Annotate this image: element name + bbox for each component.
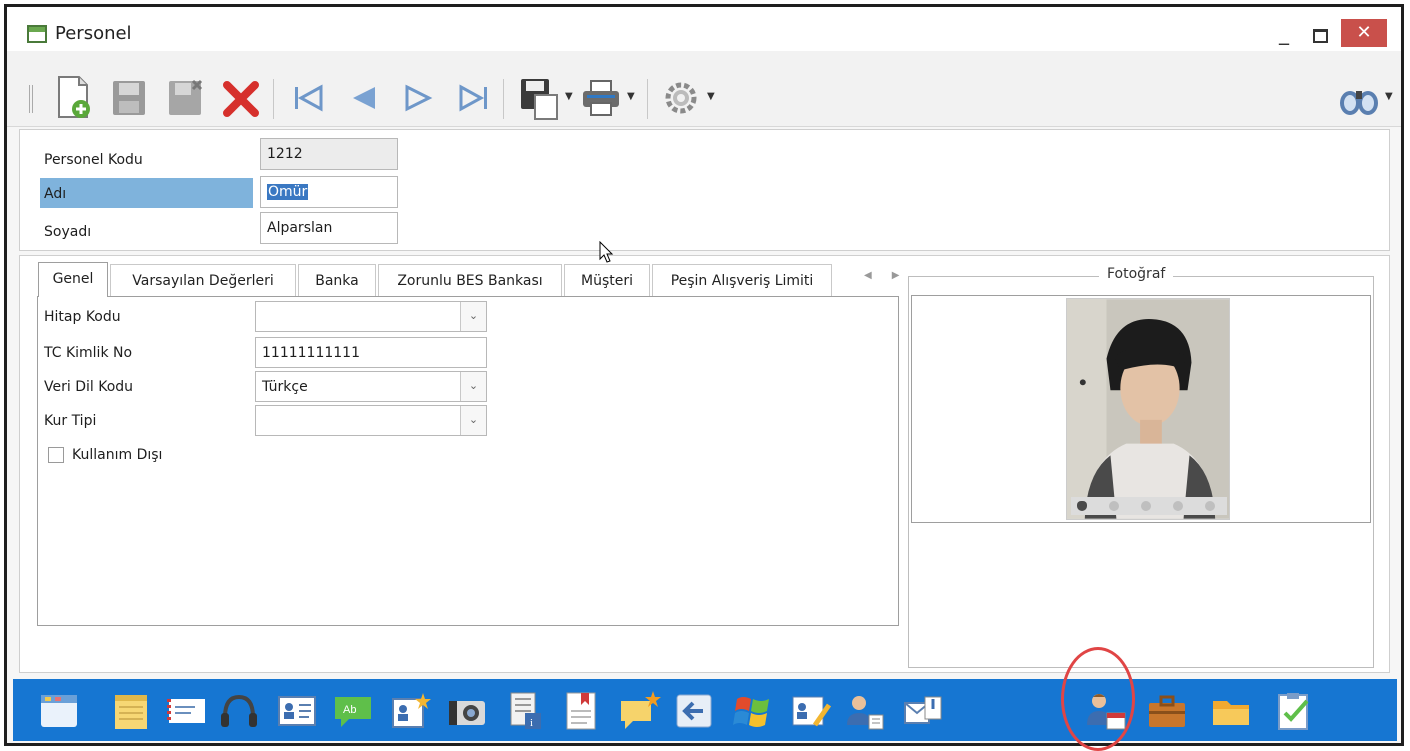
tab-musteri[interactable]: Müşteri <box>564 264 650 296</box>
previous-record-icon[interactable] <box>341 73 385 121</box>
document-info-icon[interactable]: i <box>503 689 547 733</box>
app-window-icon <box>27 25 47 43</box>
user-list-icon[interactable] <box>843 689 887 733</box>
photo-navigator <box>1071 497 1227 515</box>
tab-varsayilan-degerleri[interactable]: Varsayılan Değerleri <box>110 264 296 296</box>
maximize-button[interactable] <box>1303 23 1333 45</box>
chevron-down-icon[interactable]: ⌄ <box>460 406 486 435</box>
new-record-icon[interactable] <box>51 73 95 121</box>
new-contact-icon[interactable] <box>389 689 433 733</box>
chat-bubble-icon[interactable]: Ab <box>331 689 375 733</box>
veri-dil-kodu-select[interactable]: Türkçe ⌄ <box>255 371 487 402</box>
minimize-button[interactable]: _ <box>1269 23 1299 45</box>
bookmark-document-icon[interactable] <box>559 689 603 733</box>
camera-icon[interactable] <box>445 689 489 733</box>
mail-icon[interactable] <box>165 689 209 733</box>
soyadi-label: Soyadı <box>44 224 92 240</box>
chevron-down-icon[interactable]: ⌄ <box>460 302 486 331</box>
personel-window: Personel _ ✕ ▼ ▼ ▼ ▼ Personel Kodu 1212 … <box>4 4 1404 751</box>
photo-nav-dot[interactable] <box>1109 501 1119 511</box>
adi-label: Adı <box>40 178 253 208</box>
delete-icon[interactable] <box>219 73 263 121</box>
print-dropdown-arrow[interactable]: ▼ <box>627 91 637 102</box>
soyadi-field[interactable]: Alparslan <box>260 212 398 244</box>
tab-strip: Genel Varsayılan Değerleri Banka Zorunlu… <box>32 262 912 297</box>
tab-genel[interactable]: Genel <box>38 262 108 297</box>
new-message-icon[interactable] <box>617 689 661 733</box>
tc-kimlik-label: TC Kimlik No <box>44 345 133 361</box>
briefcase-icon[interactable] <box>1145 689 1189 733</box>
veri-dil-kodu-value: Türkçe <box>262 379 308 395</box>
last-record-icon[interactable] <box>453 73 497 121</box>
hitap-kodu-label: Hitap Kodu <box>44 309 121 325</box>
photo-nav-dot[interactable] <box>1173 501 1183 511</box>
personel-header-panel: Personel Kodu 1212 Adı Ömür Soyadı Alpar… <box>19 129 1390 251</box>
photo-nav-dot[interactable] <box>1205 501 1215 511</box>
veri-dil-kodu-label: Veri Dil Kodu <box>44 379 134 395</box>
toolbar-separator <box>273 79 274 119</box>
photo-nav-dot[interactable] <box>1077 501 1087 511</box>
adi-field[interactable]: Ömür <box>260 176 398 208</box>
next-record-icon[interactable] <box>397 73 441 121</box>
windows-logo-icon[interactable] <box>731 689 775 733</box>
tc-kimlik-field[interactable]: 11111111111 <box>255 337 487 368</box>
settings-gear-icon[interactable] <box>659 73 703 121</box>
first-record-icon[interactable] <box>285 73 329 121</box>
window-title: Personel <box>55 23 132 44</box>
export-icon[interactable] <box>517 73 561 121</box>
title-bar: Personel _ ✕ <box>7 7 1401 51</box>
print-icon[interactable] <box>579 73 623 121</box>
search-dropdown-arrow[interactable]: ▼ <box>1385 91 1395 102</box>
adi-value-selected: Ömür <box>267 184 309 200</box>
hitap-kodu-select[interactable]: ⌄ <box>255 301 487 332</box>
kullanim-disi-label: Kullanım Dışı <box>72 447 163 463</box>
save-and-close-icon[interactable] <box>163 73 207 121</box>
mailbox-icon[interactable] <box>901 689 945 733</box>
photo-caption: Fotoğraf <box>1099 266 1174 282</box>
toolbar-separator <box>647 79 648 119</box>
chevron-down-icon[interactable]: ⌄ <box>460 372 486 401</box>
export-dropdown-arrow[interactable]: ▼ <box>565 91 575 102</box>
mouse-cursor-icon <box>599 241 614 263</box>
tab-zorunlu-bes-bankasi[interactable]: Zorunlu BES Bankası <box>378 264 562 296</box>
svg-text:Ab: Ab <box>343 704 356 716</box>
settings-dropdown-arrow[interactable]: ▼ <box>707 91 717 102</box>
bottom-icon-bar: Ab i <box>13 679 1397 741</box>
save-icon[interactable] <box>107 73 151 121</box>
personel-kodu-field[interactable]: 1212 <box>260 138 398 170</box>
kur-tipi-select[interactable]: ⌄ <box>255 405 487 436</box>
clipboard-check-icon[interactable] <box>1271 689 1315 733</box>
genel-tab-page: Hitap Kodu ⌄ TC Kimlik No 11111111111 Ve… <box>37 296 899 626</box>
photo-group: Fotoğraf <box>908 266 1374 668</box>
tab-banka[interactable]: Banka <box>298 264 376 296</box>
tabs-panel: Genel Varsayılan Değerleri Banka Zorunlu… <box>19 255 1390 673</box>
photo-frame[interactable] <box>911 295 1371 523</box>
tab-pesin-alisveris-limiti[interactable]: Peşin Alışveriş Limiti <box>652 264 832 296</box>
contact-card-icon[interactable] <box>275 689 319 733</box>
search-binoculars-icon[interactable] <box>1337 73 1381 121</box>
calendar-icon[interactable] <box>37 689 81 733</box>
back-arrow-icon[interactable] <box>673 689 717 733</box>
kullanim-disi-checkbox[interactable] <box>48 447 64 463</box>
headset-icon[interactable] <box>217 689 261 733</box>
employee-photo <box>1066 298 1230 520</box>
photo-nav-dot[interactable] <box>1141 501 1151 511</box>
toolbar: ▼ ▼ ▼ ▼ <box>7 51 1401 127</box>
folder-icon[interactable] <box>1209 689 1253 733</box>
kur-tipi-label: Kur Tipi <box>44 413 97 429</box>
toolbar-separator <box>503 79 504 119</box>
edit-contact-icon[interactable] <box>789 689 833 733</box>
svg-text:i: i <box>530 717 533 729</box>
personel-kodu-label: Personel Kodu <box>44 152 143 168</box>
user-calendar-icon[interactable] <box>1083 689 1127 733</box>
toolbar-grip[interactable] <box>29 85 33 113</box>
notepad-icon[interactable] <box>109 689 153 733</box>
close-button[interactable]: ✕ <box>1341 19 1387 47</box>
